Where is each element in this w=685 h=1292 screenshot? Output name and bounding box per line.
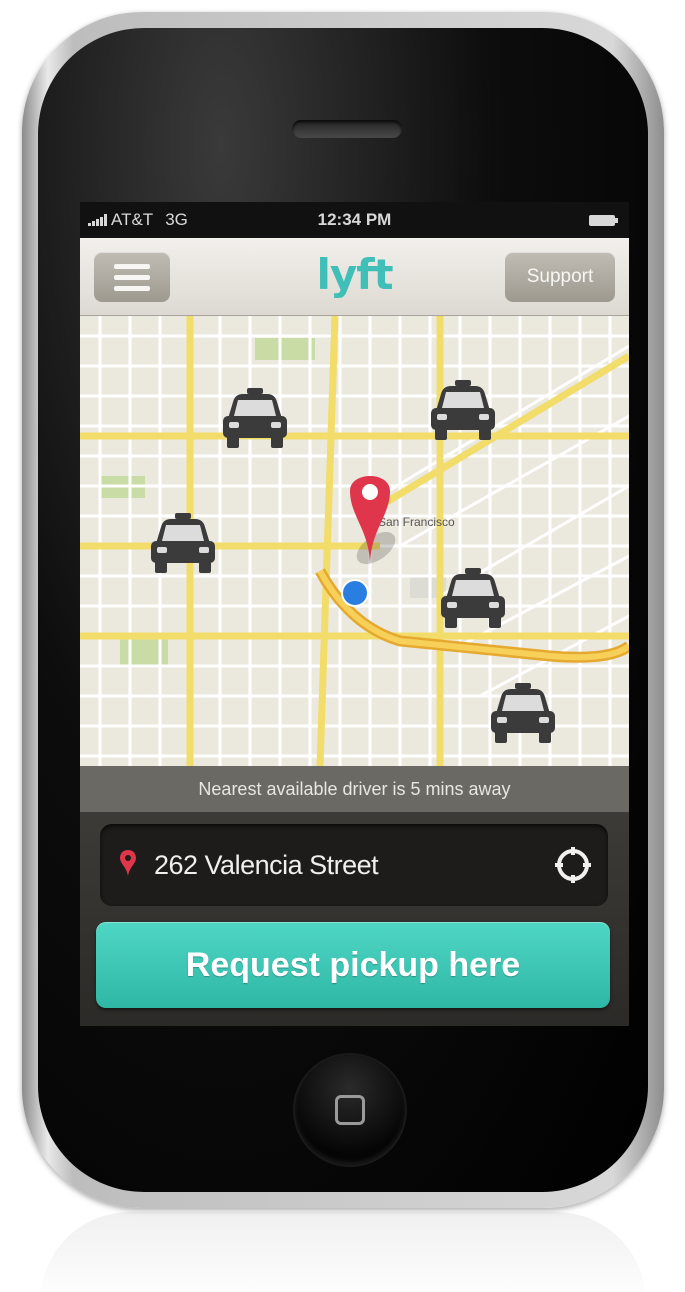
nav-bar: lyft Support	[80, 238, 629, 316]
bottom-panel: 262 Valencia Street Request pickup here	[80, 812, 629, 1026]
phone-speaker	[292, 120, 402, 138]
location-pin-icon	[120, 850, 136, 878]
battery-icon	[589, 214, 618, 226]
status-time: 12:34 PM	[317, 210, 392, 229]
phone-reflection	[40, 1212, 646, 1292]
app-screen: AT&T 3G 12:34 PM lyft Support San Franci…	[80, 202, 629, 1026]
crosshair-icon[interactable]	[554, 846, 592, 884]
current-location-dot	[341, 579, 369, 607]
map-view[interactable]: San Francisco	[80, 316, 629, 766]
pickup-address-field[interactable]: 262 Valencia Street	[100, 824, 608, 906]
pickup-pin[interactable]	[80, 316, 629, 766]
eta-banner: Nearest available driver is 5 mins away	[80, 766, 629, 812]
support-button[interactable]: Support	[505, 252, 615, 302]
status-bar: AT&T 3G 12:34 PM	[80, 202, 629, 238]
home-square-icon	[335, 1095, 365, 1125]
request-pickup-button[interactable]: Request pickup here	[96, 922, 610, 1008]
pickup-address: 262 Valencia Street	[154, 850, 379, 880]
home-button[interactable]	[295, 1055, 405, 1165]
